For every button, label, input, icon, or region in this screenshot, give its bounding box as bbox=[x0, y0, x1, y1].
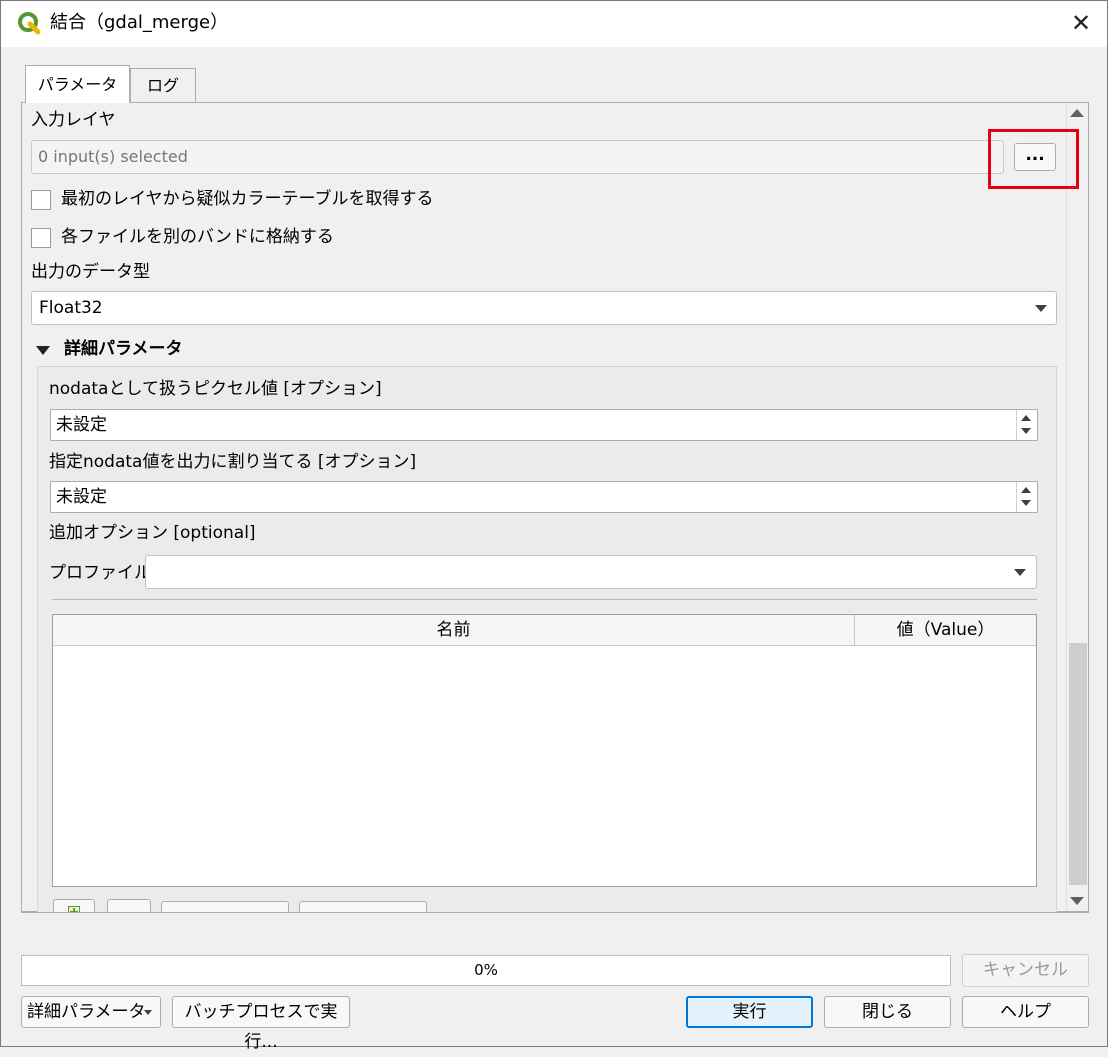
cancel-button[interactable]: キャンセル bbox=[962, 954, 1089, 987]
data-type-combobox[interactable]: Float32 bbox=[31, 291, 1057, 325]
profile-combobox[interactable] bbox=[145, 555, 1037, 589]
window-title: 結合（gdal_merge） bbox=[50, 12, 229, 33]
input-layer-field[interactable]: 0 input(s) selected bbox=[31, 140, 1004, 174]
collapse-triangle-icon[interactable] bbox=[36, 346, 50, 355]
separate-bands-label: 各ファイルを別のバンドに格納する bbox=[61, 227, 334, 247]
options-table[interactable]: 名前 値（Value） bbox=[52, 614, 1037, 887]
extra-options-label: 追加オプション [optional] bbox=[49, 523, 256, 543]
nodata-input-value: 未設定 bbox=[56, 415, 107, 435]
nodata-input-label: nodataとして扱うピクセル値 [オプション] bbox=[49, 379, 382, 399]
data-type-dropdown-icon bbox=[1035, 305, 1047, 312]
table-header-name[interactable]: 名前 bbox=[53, 615, 855, 646]
table-header-value[interactable]: 値（Value） bbox=[855, 615, 1036, 646]
progress-bar: 0% bbox=[21, 955, 951, 986]
nodata-output-spinbox[interactable]: 未設定 bbox=[50, 481, 1038, 513]
data-type-value: Float32 bbox=[39, 298, 103, 318]
spin-up-icon[interactable] bbox=[1021, 415, 1031, 421]
close-window-icon[interactable]: ✕ bbox=[1058, 3, 1104, 43]
spin-down-icon[interactable] bbox=[1021, 428, 1031, 434]
spin-up-icon[interactable] bbox=[1021, 487, 1031, 493]
vertical-scrollbar[interactable] bbox=[1066, 103, 1088, 911]
nodata-output-value: 未設定 bbox=[56, 487, 107, 507]
pct-checkbox-label: 最初のレイヤから疑似カラーテーブルを取得する bbox=[61, 189, 434, 209]
advanced-menu-label: 詳細パラメータ bbox=[27, 1002, 146, 1022]
divider bbox=[52, 599, 1037, 600]
tab-parameters[interactable]: パラメータ bbox=[25, 65, 130, 103]
scroll-up-icon[interactable] bbox=[1070, 109, 1084, 117]
data-type-label: 出力のデータ型 bbox=[31, 262, 150, 282]
advanced-params-header[interactable]: 詳細パラメータ bbox=[64, 338, 183, 360]
qgis-logo-icon bbox=[17, 11, 41, 35]
separate-bands-checkbox[interactable] bbox=[31, 228, 51, 248]
run-button[interactable]: 実行 bbox=[686, 996, 813, 1028]
scroll-thumb[interactable] bbox=[1069, 643, 1087, 885]
profile-dropdown-icon bbox=[1014, 569, 1026, 576]
tab-log[interactable]: ログ bbox=[130, 68, 196, 102]
close-button[interactable]: 閉じる bbox=[824, 996, 951, 1028]
help-button[interactable]: ヘルプ bbox=[962, 996, 1089, 1028]
pct-checkbox[interactable] bbox=[31, 190, 51, 210]
batch-process-button[interactable]: バッチプロセスで実行... bbox=[172, 996, 350, 1052]
spin-down-icon[interactable] bbox=[1021, 500, 1031, 506]
scroll-down-icon[interactable] bbox=[1070, 897, 1084, 905]
input-layer-label: 入力レイヤ bbox=[31, 110, 116, 130]
advanced-menu-button[interactable]: 詳細パラメータ bbox=[21, 996, 161, 1028]
nodata-output-label: 指定nodata値を出力に割り当てる [オプション] bbox=[49, 452, 417, 472]
highlight-annotation-box bbox=[988, 129, 1079, 189]
progress-text: 0% bbox=[474, 961, 498, 979]
panel-bottom-edge bbox=[21, 912, 1089, 942]
menu-arrow-icon bbox=[144, 1010, 152, 1015]
profile-label: プロファイル bbox=[49, 563, 151, 583]
nodata-input-spinbox[interactable]: 未設定 bbox=[50, 409, 1038, 441]
